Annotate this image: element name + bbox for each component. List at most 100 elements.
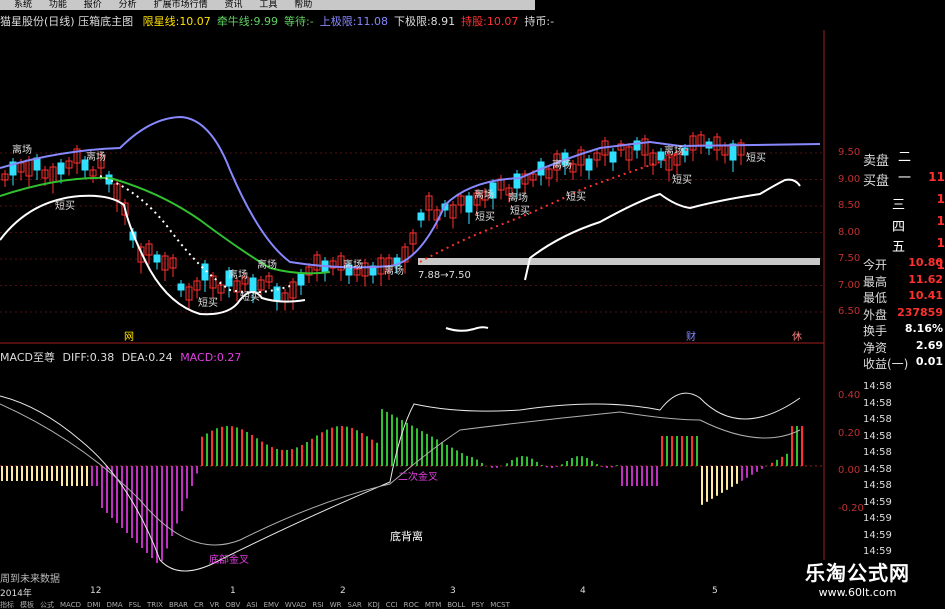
candle-body [417,212,425,221]
indicator-tab[interactable]: PSY [471,601,484,609]
indicator-tab[interactable]: ASI [246,601,257,609]
candle-body [609,151,617,163]
order-price: 11 [928,170,945,184]
menu-item[interactable]: 资讯 [224,0,242,10]
candle-body [57,162,65,175]
quote-label: 净资 [863,340,888,355]
indicator-tab[interactable]: TRIX [147,601,163,609]
quote-value: 11.62 [908,272,943,286]
info-item-label: 持币: [524,15,551,28]
li-chang-label: 离场 [228,268,248,281]
indicator-tab[interactable]: WVAD [285,601,306,609]
quote-value: 2.69 [915,338,943,352]
indicator-tab[interactable]: RSI [312,601,323,609]
quote-label: 最低 [863,291,888,305]
candle-body [729,143,737,161]
duan-mai-label: 短买 [55,199,75,212]
info-item: 持币:- [524,15,554,28]
trade-tick-time: 14:58 [863,430,892,442]
indicator-tab[interactable]: SAR [348,601,362,609]
menu-item[interactable]: 功能 [49,0,67,10]
candle-body [153,254,161,263]
info-item: 等待:- [284,15,314,28]
li-chang-label: 离场 [474,188,494,201]
indicator-tab[interactable]: MTM [425,601,441,609]
order-price: 1 [936,214,945,228]
month-mark: 2 [340,586,346,596]
trade-tick-time: 14:59 [863,496,892,508]
trade-tick-time: 14:59 [863,513,892,524]
menu-item[interactable]: 帮助 [294,0,312,10]
indicator-tab[interactable]: 公式 [40,601,54,609]
indicator-tab[interactable]: VR [210,601,220,609]
order-level: 四 [892,220,906,235]
quote-label: 换手 [863,324,888,338]
indicator-tab[interactable]: CR [194,601,204,609]
candle-body [249,277,257,293]
diff-value: 0.38 [89,351,115,364]
quote-label: 收益(一) [863,357,909,371]
macd-header: MACD至尊 DIFF:0.38 DEA:0.24 MACD:0.27 [0,349,241,365]
candle-body [177,283,185,291]
indicator-tab[interactable]: MACD [60,601,81,609]
macd-name: MACD至尊 [0,351,55,364]
future-data-note: 周到未来数据 [0,574,60,585]
quote-label: 外盘 [863,307,888,322]
dea-label: DEA: [121,351,149,364]
order-price: 1 [936,192,945,206]
info-item: 下极限:8.91 [394,15,455,28]
indicator-tab[interactable]: DMI [87,601,101,609]
quote-value: 10.80 [908,256,943,269]
trade-tick-time: 14:58 [863,463,892,475]
indicator-tab[interactable]: WR [330,601,342,609]
golden-cross-1-label: 底部金叉 [209,553,249,566]
indicator-tab[interactable]: 指标 [0,601,14,609]
menu-item[interactable]: 工具 [259,0,277,10]
li-chang-label: 离场 [86,150,106,163]
date-axis: 2014年 12 1 2 3 4 5 [0,586,824,599]
indicator-tab[interactable]: BOLL [447,601,465,609]
info-item-value: 9.99 [253,15,279,28]
menu-item[interactable]: 报价 [84,0,102,10]
order-level: 五 [892,240,906,255]
order-level: 二 [898,150,912,165]
support-band [418,258,820,265]
indicator-tab[interactable]: 模板 [20,601,34,609]
quote-value: 0.01 [915,355,943,368]
candle-body [585,158,593,171]
info-item: 持股:10.07 [461,15,518,28]
indicator-tab[interactable]: EMV [264,601,279,609]
candle-body [465,195,473,213]
price-and-macd-chart[interactable]: 离场 离场 离场 离场 离场 离场 离场 离场 离场 离场 短买 短买 短买 短… [0,0,945,609]
duan-mai-label: 短买 [475,210,495,223]
duan-mai-label: 短买 [240,290,260,303]
indicator-tab[interactable]: KDJ [368,601,380,609]
indicator-tab[interactable]: CCI [386,601,398,609]
candlesticks [1,131,745,311]
order-level: 一 [898,171,912,186]
quote-value: 237859 [897,305,943,319]
menu-item[interactable]: 扩展市场行情 [154,0,208,10]
trade-tick-time: 14:58 [863,397,892,409]
trade-tick-time: 14:58 [863,414,892,425]
sell-label: 卖盘 [863,154,890,169]
indicator-tab[interactable]: DMA [106,601,122,609]
golden-cross-2-label: 二次金叉 [398,470,438,483]
month-mark: 3 [450,586,456,596]
indicator-tab[interactable]: BRAR [169,601,188,609]
trade-tick-time: 14:59 [863,529,892,541]
duan-mai-label: 短买 [746,151,766,164]
indicator-tab[interactable]: FSL [129,601,141,609]
trade-tick-time: 14:58 [863,480,892,491]
macd-value: 0.27 [216,351,242,364]
trade-tick-time: 14:58 [863,381,892,392]
candle-body [513,173,521,189]
menu-item[interactable]: 系统 [14,0,32,10]
indicator-tab[interactable]: ROC [404,601,419,609]
macd-label: MACD: [180,351,217,364]
info-item-label: 上极限: [319,15,357,28]
indicator-tab[interactable]: MCST [490,601,510,609]
menu-item[interactable]: 分析 [119,0,137,10]
indicator-tab[interactable]: OBV [225,601,240,609]
buy-label: 买盘 [863,174,890,189]
